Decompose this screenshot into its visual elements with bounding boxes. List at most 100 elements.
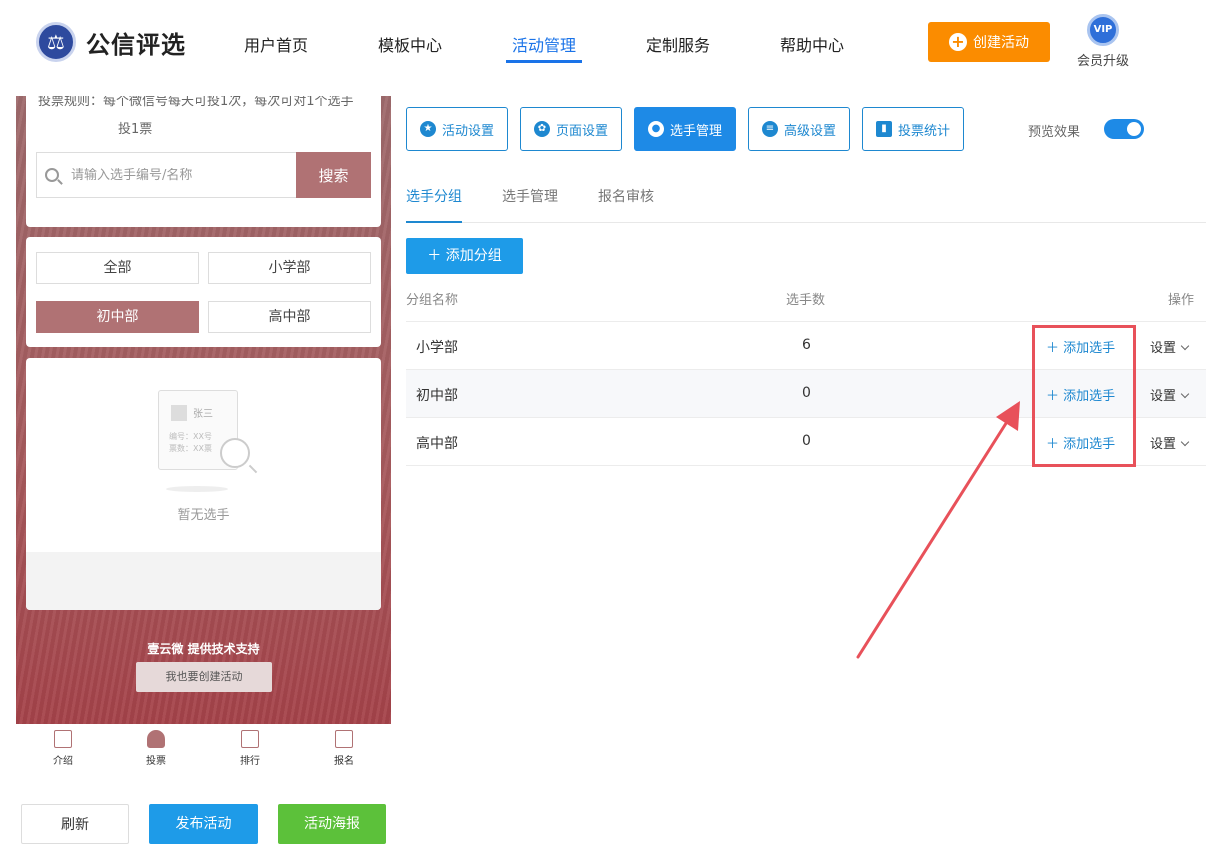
empty-state-illustration: 张三 编号：XX号 票数：XX票 — [148, 388, 260, 498]
toolbar-page-settings[interactable]: ✿ 页面设置 — [520, 107, 622, 151]
group-filter-all[interactable]: 全部 — [36, 252, 199, 284]
vote-rule-text: 投票规则：每个微信号每天可投1次，每次可对1个选手 — [38, 96, 354, 109]
nav-active-indicator — [506, 60, 582, 63]
create-activity-label: 创建活动 — [973, 35, 1029, 51]
toolbar-contestant-manage-label: 选手管理 — [669, 123, 722, 139]
add-group-button[interactable]: ＋ 添加分组 — [406, 238, 523, 274]
phone-tab-intro[interactable]: 介绍 — [33, 730, 93, 767]
th-group-name: 分组名称 — [406, 293, 459, 308]
create-too-button[interactable]: 我也要创建活动 — [136, 662, 272, 692]
poster-button[interactable]: 活动海报 — [278, 804, 386, 844]
phone-tab-rank-label: 排行 — [240, 756, 260, 767]
count-cell: 0 — [802, 433, 811, 449]
group-name-cell: 初中部 — [416, 388, 458, 404]
group-filter-card: 全部 小学部 初中部 高中部 — [26, 237, 381, 347]
phone-tab-vote[interactable]: 投票 — [126, 730, 186, 767]
settings-label: 设置 — [1150, 341, 1177, 356]
chevron-down-icon — [1180, 341, 1190, 351]
vip-upgrade-label: 会员升级 — [1076, 54, 1129, 69]
tech-support-text: 壹云微 提供技术支持 — [147, 642, 260, 656]
add-group-label: 添加分组 — [445, 248, 502, 264]
vip-badge-icon: VIP — [1087, 14, 1119, 46]
placeholder-name: 张三 — [193, 409, 213, 420]
signup-icon — [335, 730, 353, 748]
toolbar-page-settings-label: 页面设置 — [555, 123, 608, 139]
phone-tab-signup[interactable]: 报名 — [314, 730, 374, 767]
phone-tab-vote-label: 投票 — [146, 756, 166, 767]
intro-icon — [54, 730, 72, 748]
nav-home[interactable]: 用户首页 — [244, 32, 308, 56]
phone-tab-intro-label: 介绍 — [53, 756, 73, 767]
phone-tab-signup-label: 报名 — [334, 756, 354, 767]
count-cell: 6 — [802, 337, 811, 353]
group-filter-junior[interactable]: 初中部 — [36, 301, 199, 333]
placeholder-number: 编号：XX号 — [169, 432, 212, 441]
subtab-active-indicator — [406, 221, 462, 223]
brand-logo[interactable]: 公信评选 — [36, 22, 186, 62]
toolbar-advanced-settings-label: 高级设置 — [783, 123, 836, 139]
phone-preview: 投票规则：每个微信号每天可投1次，每次可对1个选手 投1票 搜索 全部 小学部 … — [16, 96, 391, 724]
search-input[interactable] — [71, 167, 281, 183]
subtab-contestants[interactable]: 选手管理 — [502, 186, 558, 206]
gear-icon: ✿ — [533, 121, 550, 137]
toolbar-advanced-settings[interactable]: ≡ 高级设置 — [748, 107, 850, 151]
user-icon — [147, 730, 165, 748]
search-card: 投票规则：每个微信号每天可投1次，每次可对1个选手 投1票 搜索 — [26, 96, 381, 227]
preview-toggle[interactable] — [1104, 119, 1144, 139]
placeholder-votes: 票数：XX票 — [169, 444, 212, 453]
nav-templates[interactable]: 模板中心 — [378, 32, 442, 56]
plus-icon: ＋ — [427, 248, 446, 264]
plus-circle-icon: + — [949, 33, 967, 51]
ranking-icon — [241, 730, 259, 748]
group-filter-primary[interactable]: 小学部 — [208, 252, 371, 284]
phone-tab-bar: 介绍 投票 排行 报名 — [16, 724, 391, 776]
count-cell: 0 — [802, 385, 811, 401]
settings-label: 设置 — [1150, 437, 1177, 452]
preview-label: 预览效果 — [1028, 125, 1081, 140]
toolbar-activity-settings-label: 活动设置 — [441, 123, 494, 139]
annotation-highlight-box — [1032, 325, 1136, 467]
vip-upgrade[interactable]: VIP 会员升级 — [1074, 14, 1132, 69]
users-icon: ● — [647, 121, 664, 137]
subtab-divider — [406, 222, 1206, 223]
refresh-button[interactable]: 刷新 — [21, 804, 129, 844]
magnifier-icon — [220, 438, 250, 468]
settings-dropdown[interactable]: 设置 — [1150, 385, 1190, 404]
contestant-list-card: 张三 编号：XX号 票数：XX票 暂无选手 — [26, 358, 381, 610]
publish-button[interactable]: 发布活动 — [149, 804, 258, 844]
star-icon: ★ — [419, 121, 436, 137]
chevron-down-icon — [1180, 389, 1190, 399]
th-operations: 操作 — [1168, 293, 1195, 308]
phone-tab-rank[interactable]: 排行 — [220, 730, 280, 767]
annotation-arrow — [856, 401, 1020, 659]
settings-dropdown[interactable]: 设置 — [1150, 337, 1190, 356]
subtab-groups[interactable]: 选手分组 — [406, 186, 462, 206]
avatar-icon — [171, 405, 187, 421]
sliders-icon: ≡ — [761, 121, 778, 137]
group-name-cell: 小学部 — [416, 340, 458, 356]
settings-dropdown[interactable]: 设置 — [1150, 433, 1190, 452]
toolbar-vote-stats-label: 投票统计 — [897, 123, 950, 139]
settings-label: 设置 — [1150, 389, 1177, 404]
group-name-cell: 高中部 — [416, 436, 458, 452]
toolbar-contestant-manage[interactable]: ● 选手管理 — [634, 107, 736, 151]
group-filter-senior[interactable]: 高中部 — [208, 301, 371, 333]
empty-state-text: 暂无选手 — [177, 508, 230, 523]
th-contestant-count: 选手数 — [786, 293, 826, 308]
nav-help[interactable]: 帮助中心 — [780, 32, 844, 56]
chevron-down-icon — [1180, 437, 1190, 447]
scales-icon — [36, 22, 76, 62]
toolbar-vote-stats[interactable]: ▮ 投票统计 — [862, 107, 964, 151]
page: 公信评选 用户首页 模板中心 活动管理 定制服务 帮助中心 + 创建活动 VIP… — [0, 0, 1232, 862]
empty-shadow — [166, 486, 228, 492]
vote-rule-tail: 投1票 — [118, 122, 153, 137]
nav-custom-service[interactable]: 定制服务 — [646, 32, 710, 56]
subtab-signup-review[interactable]: 报名审核 — [598, 186, 654, 206]
search-button[interactable]: 搜索 — [296, 152, 371, 198]
nav-activity-manage[interactable]: 活动管理 — [512, 32, 576, 56]
search-icon — [45, 168, 59, 182]
bar-chart-icon: ▮ — [875, 121, 892, 137]
search-box — [36, 152, 296, 198]
create-activity-button[interactable]: + 创建活动 — [928, 22, 1050, 62]
toolbar-activity-settings[interactable]: ★ 活动设置 — [406, 107, 508, 151]
